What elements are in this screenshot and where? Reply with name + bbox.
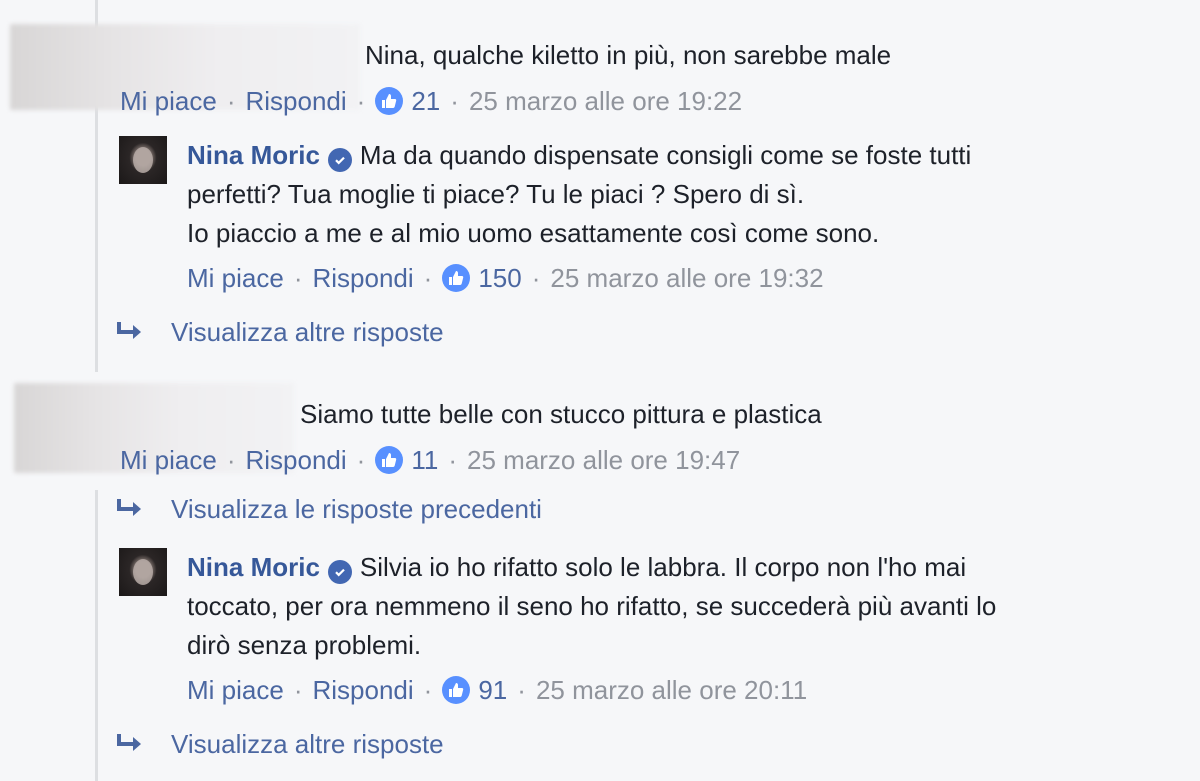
like-count[interactable]: 21 <box>411 85 440 117</box>
thumbs-up-icon[interactable] <box>442 264 471 292</box>
thumbs-up-icon[interactable] <box>375 446 404 474</box>
thread-line <box>95 490 98 781</box>
comment-actions: Mi piace · Rispondi · 11 · 25 marzo alle… <box>120 444 741 476</box>
reply-text-line: dirò senza problemi. <box>187 630 422 660</box>
reply-first-line: Nina Moric Silvia io ho rifatto solo le l… <box>187 548 966 587</box>
timestamp[interactable]: 25 marzo alle ore 19:22 <box>469 85 742 117</box>
timestamp[interactable]: 25 marzo alle ore 19:47 <box>467 444 740 476</box>
reply-arrow-icon <box>117 499 141 516</box>
reply-text-line: perfetti? Tua moglie ti piace? Tu le pia… <box>187 179 805 209</box>
thumbs-up-icon[interactable] <box>375 87 404 115</box>
like-count[interactable]: 11 <box>411 444 438 476</box>
comment-actions: Mi piace · Rispondi · 21 · 25 marzo alle… <box>120 85 743 117</box>
timestamp[interactable]: 25 marzo alle ore 20:11 <box>536 674 807 706</box>
like-count[interactable]: 91 <box>478 674 507 706</box>
like-link[interactable]: Mi piace <box>120 444 217 476</box>
like-link[interactable]: Mi piace <box>120 85 217 117</box>
avatar[interactable] <box>119 136 167 184</box>
reply-text-line: Silvia io ho rifatto solo le labbra. Il … <box>359 552 967 582</box>
reply-link[interactable]: Rispondi <box>246 444 347 476</box>
like-link[interactable]: Mi piace <box>187 674 284 706</box>
view-more-replies[interactable]: Visualizza altre risposte <box>115 315 444 349</box>
like-link[interactable]: Mi piace <box>187 262 284 294</box>
reply-actions: Mi piace · Rispondi · 91 · 25 marzo alle… <box>187 674 808 706</box>
reply-text-line: Ma da quando dispensate consigli come se… <box>359 140 972 170</box>
view-more-replies[interactable]: Visualizza altre risposte <box>115 727 444 761</box>
comment-text: Nina, qualche kiletto in più, non sarebb… <box>365 40 892 70</box>
author-name[interactable]: Nina Moric <box>187 552 320 582</box>
view-previous-replies[interactable]: Visualizza le risposte precedenti <box>115 492 542 526</box>
thumbs-up-icon[interactable] <box>442 676 471 704</box>
reply-text-line: Io piaccio a me e al mio uomo esattament… <box>187 218 880 248</box>
reply-arrow-icon <box>117 734 141 751</box>
reply-text-line: toccato, per ora nemmeno il seno ho rifa… <box>187 591 997 621</box>
verified-check-icon <box>327 148 352 172</box>
reply-link[interactable]: Rispondi <box>313 674 414 706</box>
reply-first-line: Nina Moric Ma da quando dispensate consig… <box>187 136 971 175</box>
author-name[interactable]: Nina Moric <box>187 140 320 170</box>
reply-link[interactable]: Rispondi <box>246 85 347 117</box>
reply-arrow-icon <box>117 322 141 339</box>
avatar[interactable] <box>119 548 167 596</box>
reply-link[interactable]: Rispondi <box>313 262 414 294</box>
timestamp[interactable]: 25 marzo alle ore 19:32 <box>550 262 823 294</box>
verified-check-icon <box>327 560 352 584</box>
reply-actions: Mi piace · Rispondi · 150 · 25 marzo all… <box>187 262 824 294</box>
comment-text: Siamo tutte belle con stucco pittura e p… <box>300 399 822 429</box>
like-count[interactable]: 150 <box>478 262 521 294</box>
